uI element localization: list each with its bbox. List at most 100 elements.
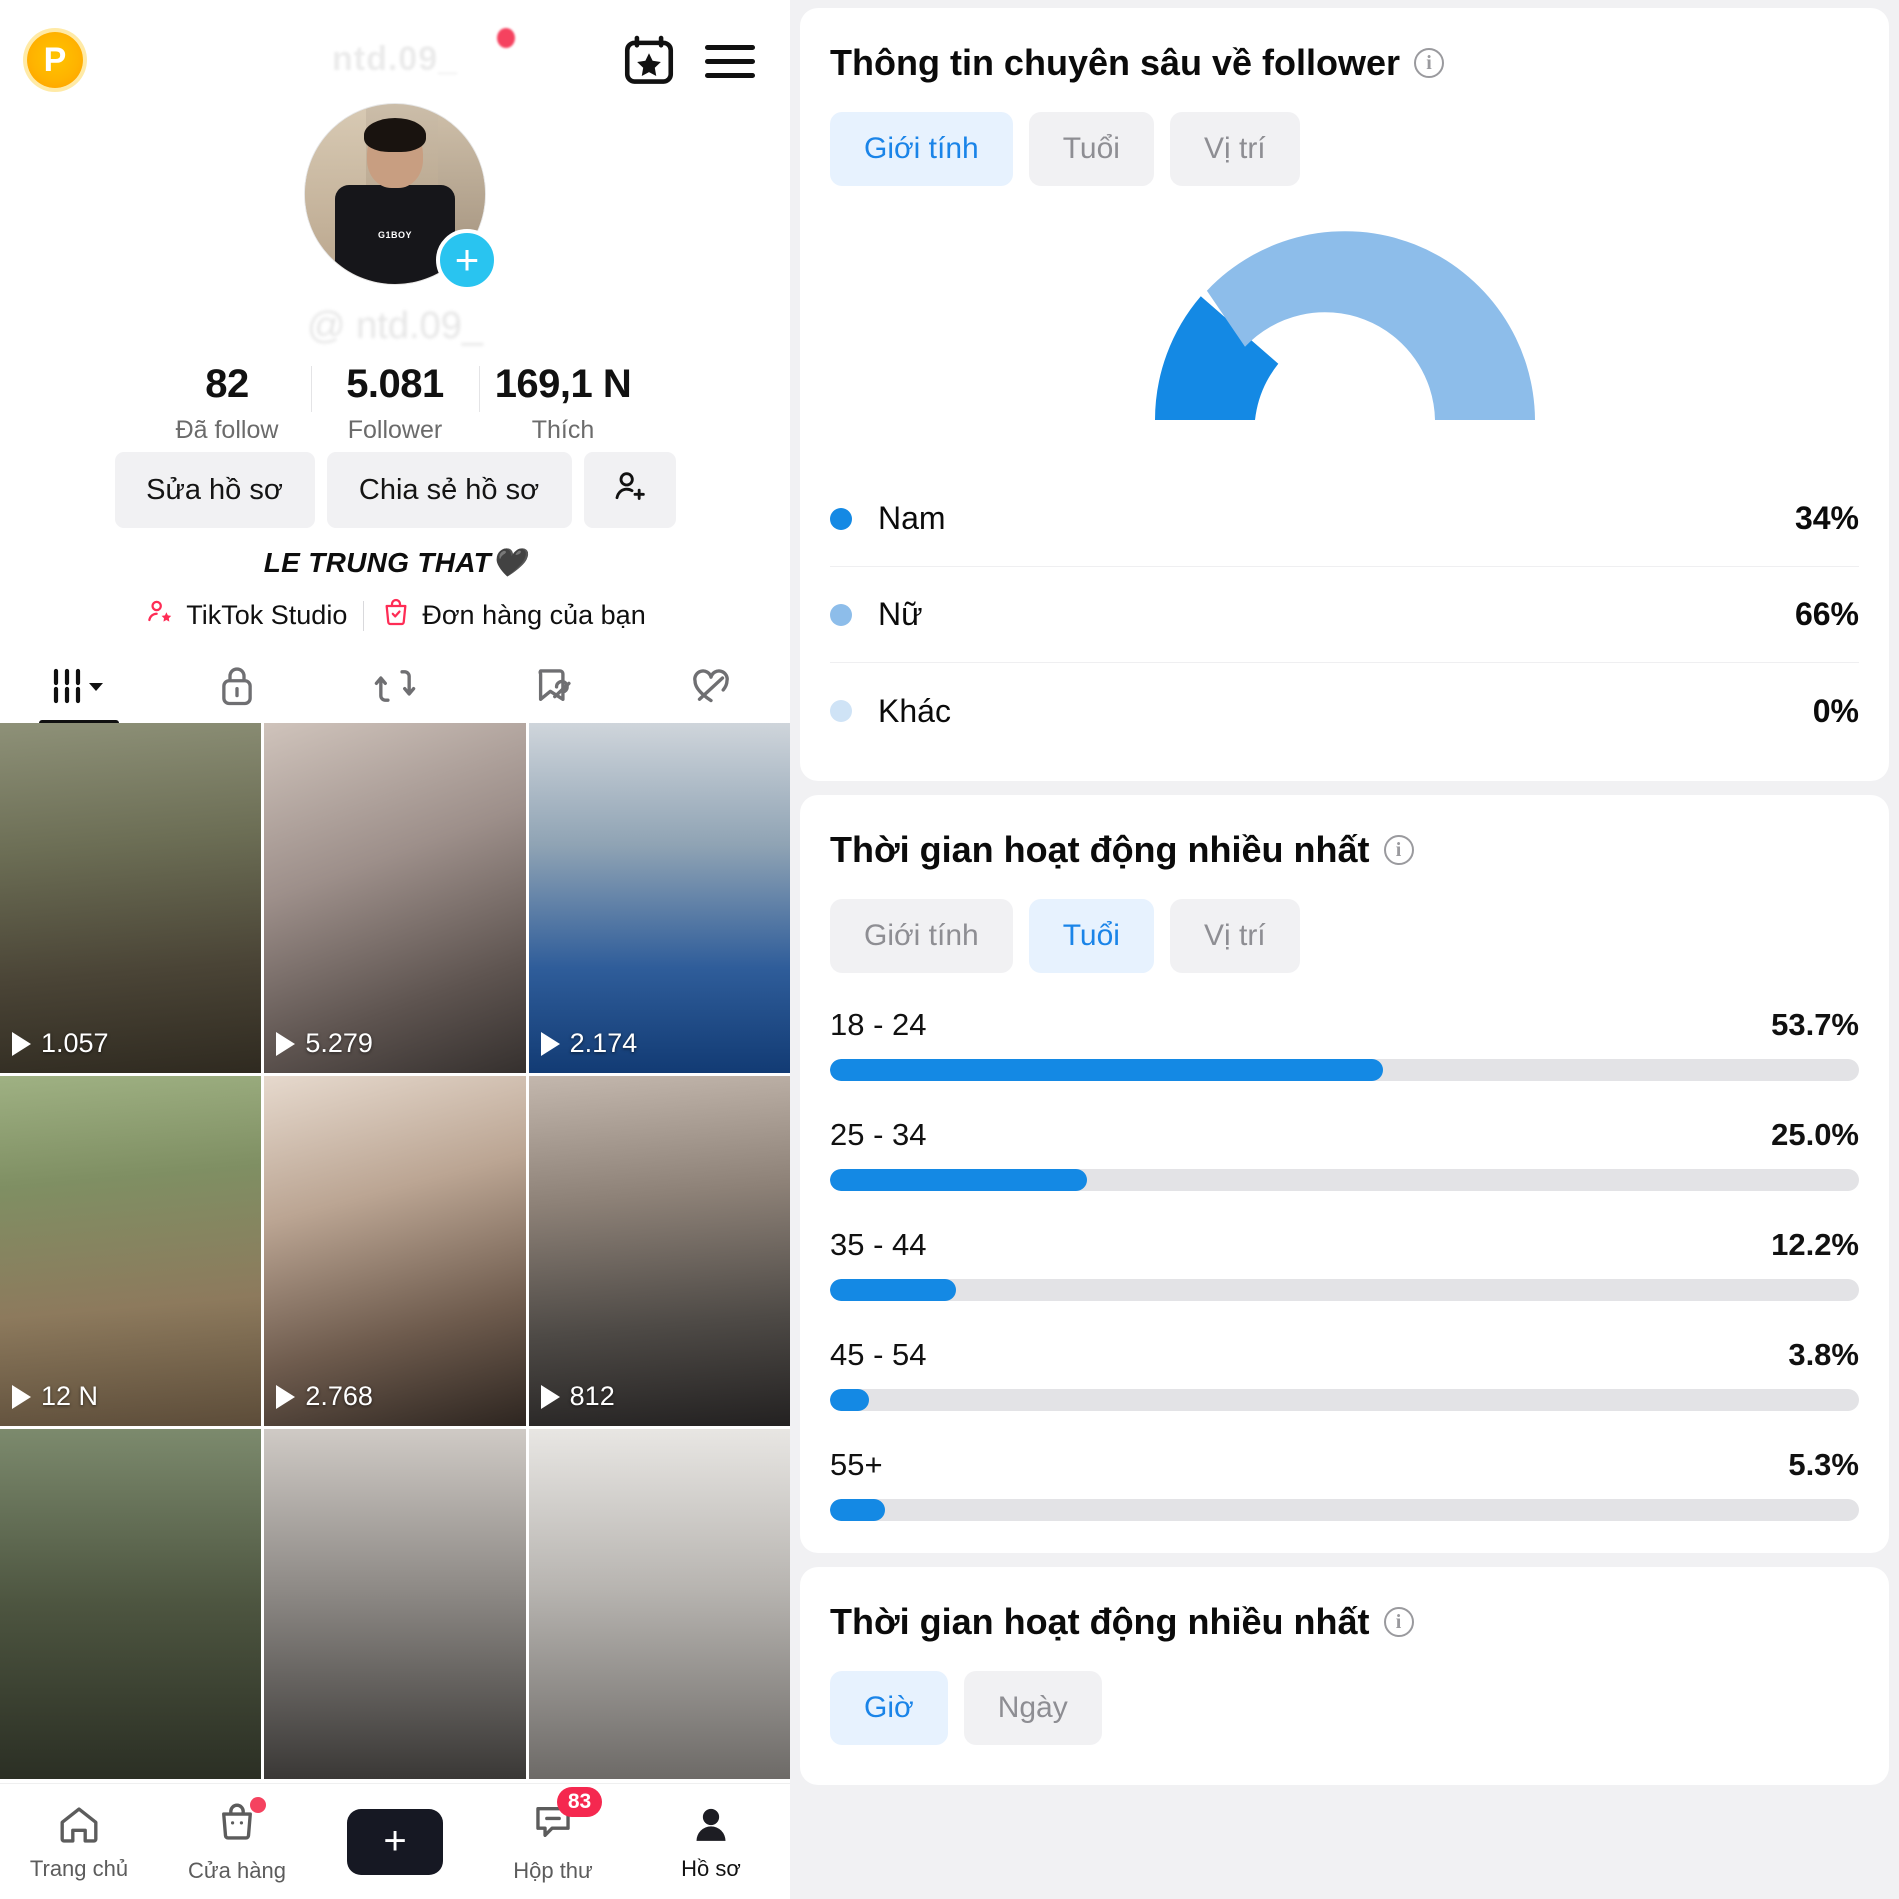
- nav-item-shop[interactable]: Cửa hàng: [158, 1797, 316, 1884]
- tab-vi-tri[interactable]: Vị trí: [1169, 112, 1300, 186]
- most-active-age-title-row: Thời gian hoạt động nhiều nhất i: [830, 829, 1859, 871]
- video-cell[interactable]: [528, 1429, 790, 1779]
- bar-value: 53.7%: [1771, 1007, 1859, 1042]
- play-icon: [12, 1384, 31, 1409]
- bar-track: [830, 1389, 1859, 1411]
- bar-fill: [830, 1389, 870, 1411]
- info-icon[interactable]: i: [1414, 48, 1445, 78]
- tab-liked[interactable]: [632, 652, 790, 720]
- video-views: 2.174: [540, 1028, 637, 1059]
- video-views: 2.768: [276, 1381, 373, 1412]
- add-story-plus-icon[interactable]: +: [436, 229, 498, 291]
- stat-value: 5.081: [346, 362, 444, 406]
- bar-track: [830, 1499, 1859, 1521]
- inbox-unread-badge: 83: [556, 1787, 603, 1818]
- tiktok-studio-link[interactable]: TikTok Studio: [144, 596, 347, 635]
- video-views: 1.057: [12, 1028, 109, 1059]
- nav-label: Trang chủ: [29, 1855, 129, 1881]
- nav-item-create[interactable]: +: [316, 1808, 474, 1875]
- tab-tuoi[interactable]: Tuổi: [1028, 899, 1154, 973]
- most-active-time-card: Thời gian hoạt động nhiều nhất i Giờ Ngà…: [800, 1567, 1889, 1785]
- legend-dot-nam: [830, 507, 852, 530]
- share-profile-button[interactable]: Chia sẻ hồ sơ: [326, 452, 572, 528]
- coin-rewards-badge[interactable]: P: [27, 32, 83, 88]
- video-cell[interactable]: [0, 1429, 262, 1779]
- create-plus-icon[interactable]: +: [339, 1808, 451, 1875]
- tab-private[interactable]: [158, 652, 316, 720]
- bar-fill: [830, 1499, 885, 1521]
- tab-posts[interactable]: [0, 652, 158, 726]
- video-views: 5.279: [276, 1028, 373, 1059]
- stat-value: 82: [205, 362, 249, 406]
- menu-hamburger-icon[interactable]: [705, 36, 755, 84]
- video-cell[interactable]: [264, 1429, 526, 1779]
- info-icon[interactable]: i: [1383, 1607, 1414, 1637]
- video-cell[interactable]: 812: [528, 1076, 790, 1426]
- gender-legend: Nam 34% Nữ 66% Khác 0%: [830, 471, 1859, 759]
- legend-value: 66%: [1794, 596, 1859, 632]
- tab-gioi-tinh[interactable]: Giới tính: [830, 112, 1013, 186]
- profile-content-tabs: [0, 652, 790, 726]
- video-cell[interactable]: 12 N: [0, 1076, 262, 1426]
- video-cell[interactable]: 2.768: [264, 1076, 526, 1426]
- tab-saved[interactable]: [474, 652, 632, 720]
- bar-track: [830, 1059, 1859, 1081]
- nav-item-profile[interactable]: Hồ sơ: [632, 1802, 790, 1882]
- stat-label: Thích: [531, 416, 595, 444]
- bar-value: 3.8%: [1788, 1337, 1859, 1372]
- bar-value: 12.2%: [1771, 1227, 1859, 1262]
- profile-links: TikTok Studio Đơn hàng của bạn: [0, 596, 790, 635]
- nav-item-inbox[interactable]: 83 Hộp thư: [474, 1787, 632, 1884]
- most-active-age-tabs: Giới tính Tuổi Vị trí: [830, 899, 1859, 973]
- gender-donut-svg: [1154, 231, 1535, 420]
- bar-label: 18 - 24: [830, 1007, 927, 1042]
- bar-track: [830, 1279, 1859, 1301]
- legend-label: Khác: [878, 692, 951, 729]
- stat-label: Follower: [347, 416, 443, 444]
- legend-value: 0%: [1812, 692, 1859, 729]
- tiktok-studio-icon: [144, 596, 176, 635]
- video-cell[interactable]: 2.174: [528, 723, 790, 1073]
- stat-likes[interactable]: 169,1 N Thích: [479, 362, 647, 445]
- legend-value: 34%: [1794, 500, 1859, 536]
- info-icon[interactable]: i: [1383, 835, 1414, 865]
- avatar[interactable]: G1BOY +: [304, 103, 498, 291]
- stat-followers[interactable]: 5.081 Follower: [311, 362, 479, 445]
- play-icon: [540, 1384, 560, 1409]
- tab-ngay[interactable]: Ngày: [963, 1671, 1102, 1745]
- legend-label: Nam: [878, 500, 946, 536]
- stat-following[interactable]: 82 Đã follow: [143, 362, 311, 445]
- calendar-star-icon[interactable]: [620, 32, 678, 90]
- bar-block: 45 - 54 3.8%: [830, 1337, 1859, 1411]
- add-user-icon: [610, 466, 650, 514]
- handle-watermark-top: ntd.09_: [331, 40, 459, 78]
- legend-label: Nữ: [878, 596, 923, 632]
- follower-insights-card: Thông tin chuyên sâu về follower i Giới …: [800, 8, 1889, 781]
- bar-track: [830, 1169, 1859, 1191]
- legend-row: Nữ 66%: [830, 567, 1859, 663]
- bar-fill: [830, 1279, 956, 1301]
- tab-reposts[interactable]: [316, 652, 474, 720]
- tab-tuoi[interactable]: Tuổi: [1028, 112, 1154, 186]
- video-cell[interactable]: 5.279: [264, 723, 526, 1073]
- video-cell[interactable]: 1.057: [0, 723, 262, 1073]
- most-active-age-card: Thời gian hoạt động nhiều nhất i Giới tí…: [800, 795, 1889, 1553]
- tab-vi-tri[interactable]: Vị trí: [1169, 899, 1300, 973]
- most-active-time-tabs: Giờ Ngày: [830, 1671, 1859, 1745]
- bar-label: 55+: [830, 1447, 883, 1482]
- nav-label: Hồ sơ: [681, 1855, 741, 1881]
- bar-block: 35 - 44 12.2%: [830, 1227, 1859, 1301]
- tab-gio[interactable]: Giờ: [830, 1671, 948, 1745]
- tab-gioi-tinh[interactable]: Giới tính: [830, 899, 1013, 973]
- follower-insights-tabs: Giới tính Tuổi Vị trí: [830, 112, 1859, 186]
- bar-value: 25.0%: [1771, 1117, 1859, 1152]
- add-friends-button[interactable]: [583, 452, 676, 528]
- handle-watermark: @ ntd.09_: [307, 305, 483, 347]
- your-orders-link[interactable]: Đơn hàng của bạn: [380, 596, 646, 635]
- legend-row: Nam 34%: [830, 471, 1859, 567]
- bottom-navigation: Trang chủ Cửa hàng + 83 Hộp thư Hồ sơ: [0, 1783, 790, 1899]
- nav-item-home[interactable]: Trang chủ: [0, 1802, 158, 1882]
- analytics-pane[interactable]: Thông tin chuyên sâu về follower i Giới …: [790, 0, 1899, 1899]
- gender-gauge-chart: [830, 220, 1859, 435]
- edit-profile-button[interactable]: Sửa hồ sơ: [114, 452, 315, 528]
